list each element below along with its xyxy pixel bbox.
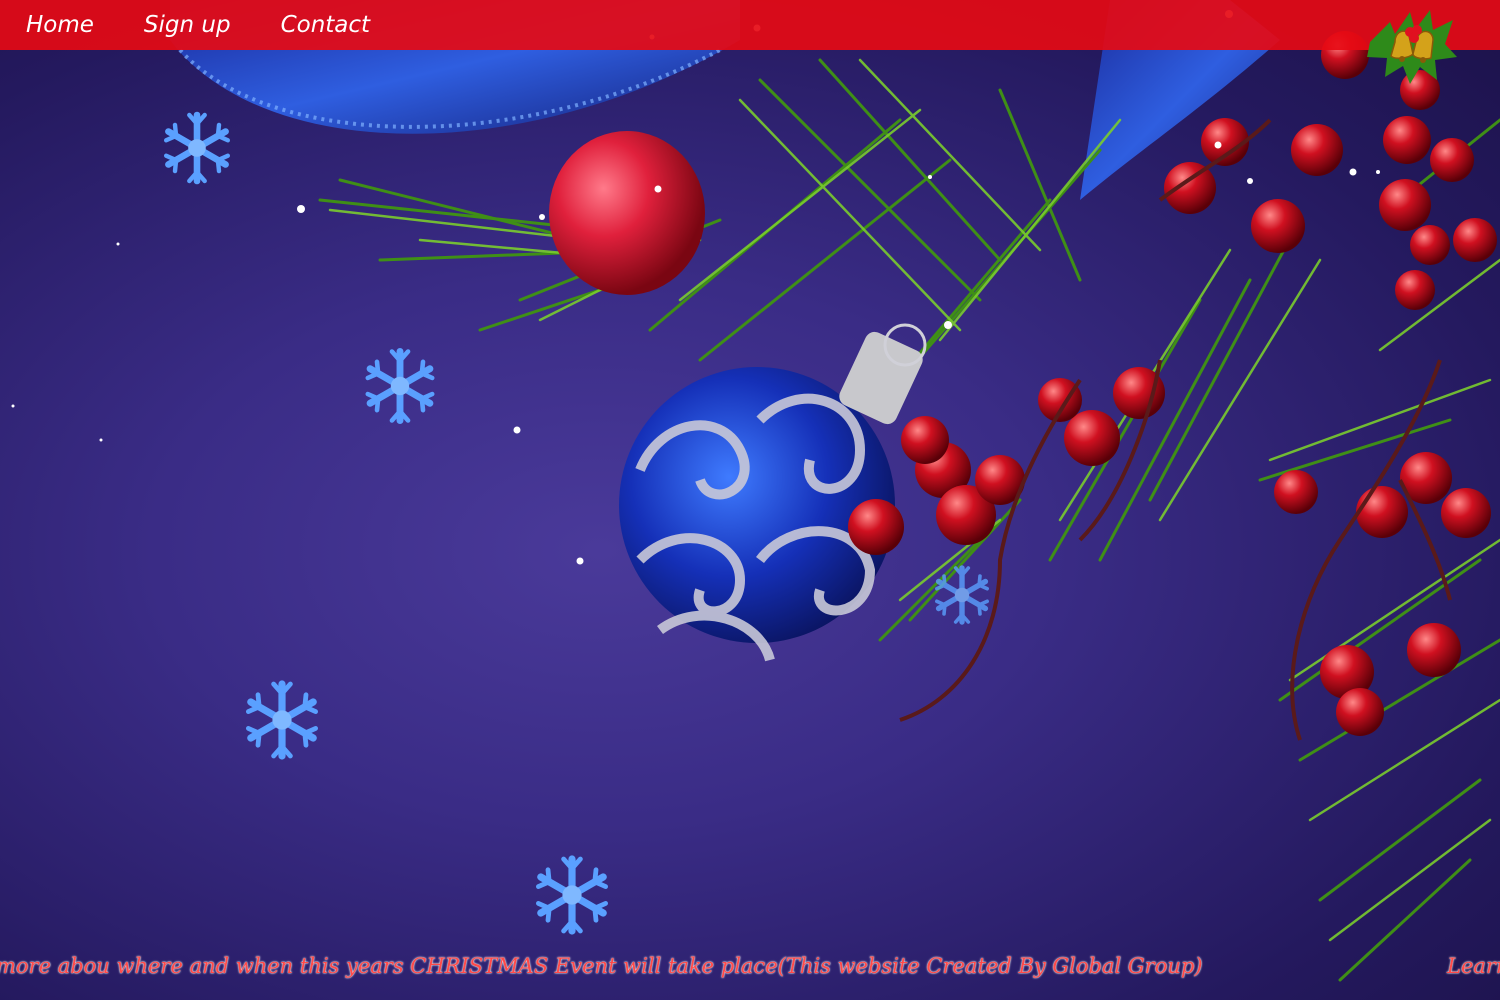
christmas-bells-icon [1367,10,1457,84]
nav-contact-link[interactable]: Contact [281,12,370,38]
marquee-next-text: Learn [1447,954,1500,978]
nav-home-link[interactable]: Home [26,12,94,38]
red-ornament [549,131,705,295]
marquee-text: more abou where and when this years CHRI… [0,954,1203,978]
nav-signup-link[interactable]: Sign up [144,12,231,38]
top-navbar: Home Sign up Contact [0,0,1500,50]
announcement-marquee: more abou where and when this years CHRI… [0,954,1500,988]
christmas-background-scene [11,0,1500,982]
